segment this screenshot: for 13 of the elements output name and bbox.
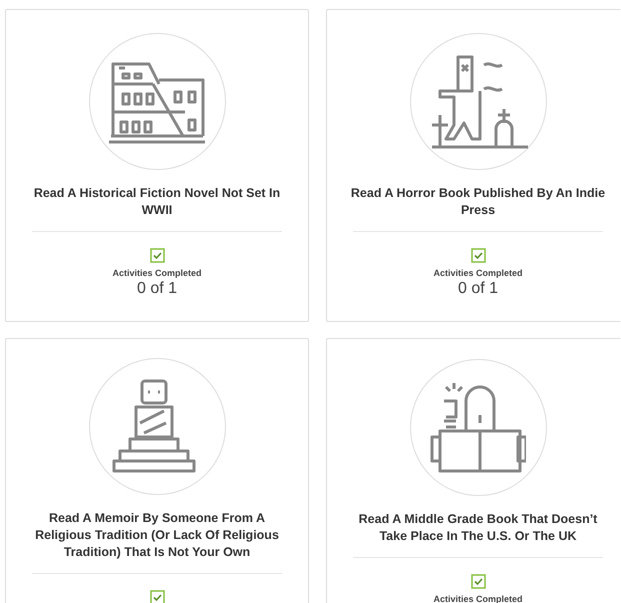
card-title: Read A Historical Fiction Novel Not Set In WWII: [32, 184, 282, 218]
book-icon: [410, 358, 546, 496]
activities-label: Activities Completed: [433, 268, 523, 278]
completed-count: 0 of 1: [136, 278, 178, 298]
card-title: Read A Middle Grade Book That Doesn’t Take Place In The U.S. Or The UK: [358, 510, 598, 544]
card-title: Read A Memoir By Someone From A Religious Tradition (Or Lack Of Religious Tradition) That Is Not Your Own: [34, 510, 280, 561]
statue-icon: [88, 358, 226, 495]
activities-label: Activities Completed: [433, 594, 523, 603]
completed-count: 0 of 1: [458, 278, 498, 298]
card-title: Read A Horror Book Published By An Indie Press: [350, 184, 606, 218]
zombie-icon: [410, 32, 546, 170]
activities-label: Activities Completed: [112, 268, 202, 278]
building-icon: [88, 32, 226, 170]
